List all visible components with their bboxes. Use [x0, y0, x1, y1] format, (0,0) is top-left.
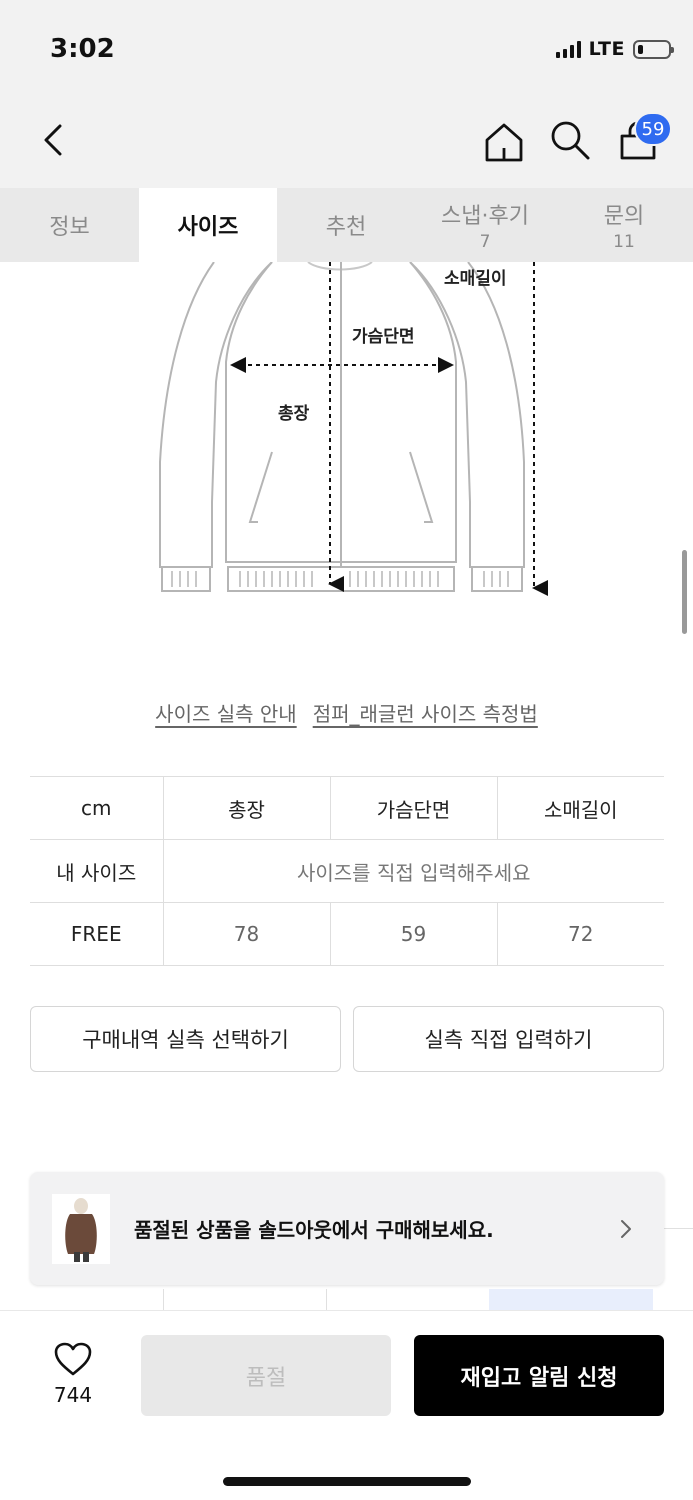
home-icon[interactable]	[482, 120, 526, 164]
tab-label: 문의	[603, 204, 645, 229]
my-size-input[interactable]: 사이즈를 직접 입력해주세요	[162, 839, 664, 903]
soldout-banner[interactable]: 품절된 상품을 솔드아웃에서 구매해보세요.	[30, 1172, 664, 1285]
my-size-label: 내 사이즈	[30, 839, 163, 903]
status-indicators: LTE	[555, 38, 674, 60]
measure-method-link[interactable]: 점퍼_래글런 사이즈 측정법	[313, 698, 538, 727]
total-length-label: 총장	[278, 404, 310, 424]
like-count: 744	[53, 1383, 93, 1407]
table-header-cell: 소매길이	[496, 776, 664, 840]
search-icon[interactable]	[548, 118, 592, 162]
tab-size[interactable]: 사이즈	[139, 188, 277, 262]
chest-width-label: 가슴단면	[352, 327, 415, 347]
table-cell: 78	[162, 902, 330, 966]
tab-label: 추천	[325, 215, 367, 240]
status-bar: 3:02 LTE	[0, 0, 693, 100]
table-header-cell: cm	[30, 776, 163, 840]
size-guide-link[interactable]: 사이즈 실측 안내	[155, 698, 297, 727]
heart-icon	[54, 1342, 92, 1376]
product-thumbnail	[52, 1193, 110, 1264]
table-row: FREE 78 59 72	[30, 902, 664, 966]
network-type: LTE	[588, 38, 625, 60]
table-header-cell: 총장	[162, 776, 330, 840]
banner-text: 품절된 상품을 솔드아웃에서 구매해보세요.	[134, 1218, 494, 1242]
select-from-purchases-button[interactable]: 구매내역 실측 선택하기	[30, 1006, 341, 1072]
size-diagram: 소매길이 가슴단면 총장	[0, 261, 693, 642]
tab-inquiry[interactable]: 문의 11	[555, 188, 693, 262]
tab-label: 사이즈	[177, 215, 239, 240]
signal-icon	[555, 40, 581, 58]
tab-snap-review[interactable]: 스냅·후기 7	[415, 188, 555, 262]
size-action-buttons: 구매내역 실측 선택하기 실측 직접 입력하기	[30, 1006, 664, 1072]
tab-count: 7	[479, 232, 491, 252]
enter-manually-button[interactable]: 실측 직접 입력하기	[353, 1006, 664, 1072]
like-button[interactable]: 744	[40, 1341, 106, 1411]
tab-label: 스냅·후기	[441, 204, 529, 229]
size-links: 사이즈 실측 안내 점퍼_래글런 사이즈 측정법	[0, 698, 693, 727]
table-cell: 72	[496, 902, 664, 966]
size-table: cm 총장 가슴단면 소매길이 내 사이즈 사이즈를 직접 입력해주세요 FRE…	[30, 776, 664, 966]
cart-count-badge: 59	[634, 112, 672, 146]
scrollbar[interactable]	[682, 550, 687, 634]
my-size-row: 내 사이즈 사이즈를 직접 입력해주세요	[30, 839, 664, 903]
battery-icon	[633, 39, 674, 59]
sleeve-length-label: 소매길이	[444, 269, 507, 289]
jacket-outline-illustration	[159, 261, 548, 596]
chevron-left-icon[interactable]	[36, 120, 76, 160]
soldout-button: 품절	[141, 1335, 391, 1416]
size-name-cell: FREE	[30, 902, 163, 966]
restock-alert-button[interactable]: 재입고 알림 신청	[414, 1335, 664, 1416]
tab-recommend[interactable]: 추천	[277, 188, 415, 262]
table-header-row: cm 총장 가슴단면 소매길이	[30, 776, 664, 840]
tab-info[interactable]: 정보	[0, 188, 139, 262]
table-header-cell: 가슴단면	[329, 776, 497, 840]
table-cell: 59	[329, 902, 497, 966]
tab-label: 정보	[49, 215, 90, 240]
bottom-action-bar: 744 품절 재입고 알림 신청	[0, 1310, 693, 1500]
tab-count: 11	[613, 232, 635, 252]
home-indicator[interactable]	[223, 1477, 471, 1486]
product-tabs: 정보 사이즈 추천 스냅·후기 7 문의 11	[0, 188, 693, 262]
status-time: 3:02	[50, 34, 115, 64]
chevron-right-icon	[621, 1219, 631, 1238]
nav-bar	[0, 100, 693, 188]
